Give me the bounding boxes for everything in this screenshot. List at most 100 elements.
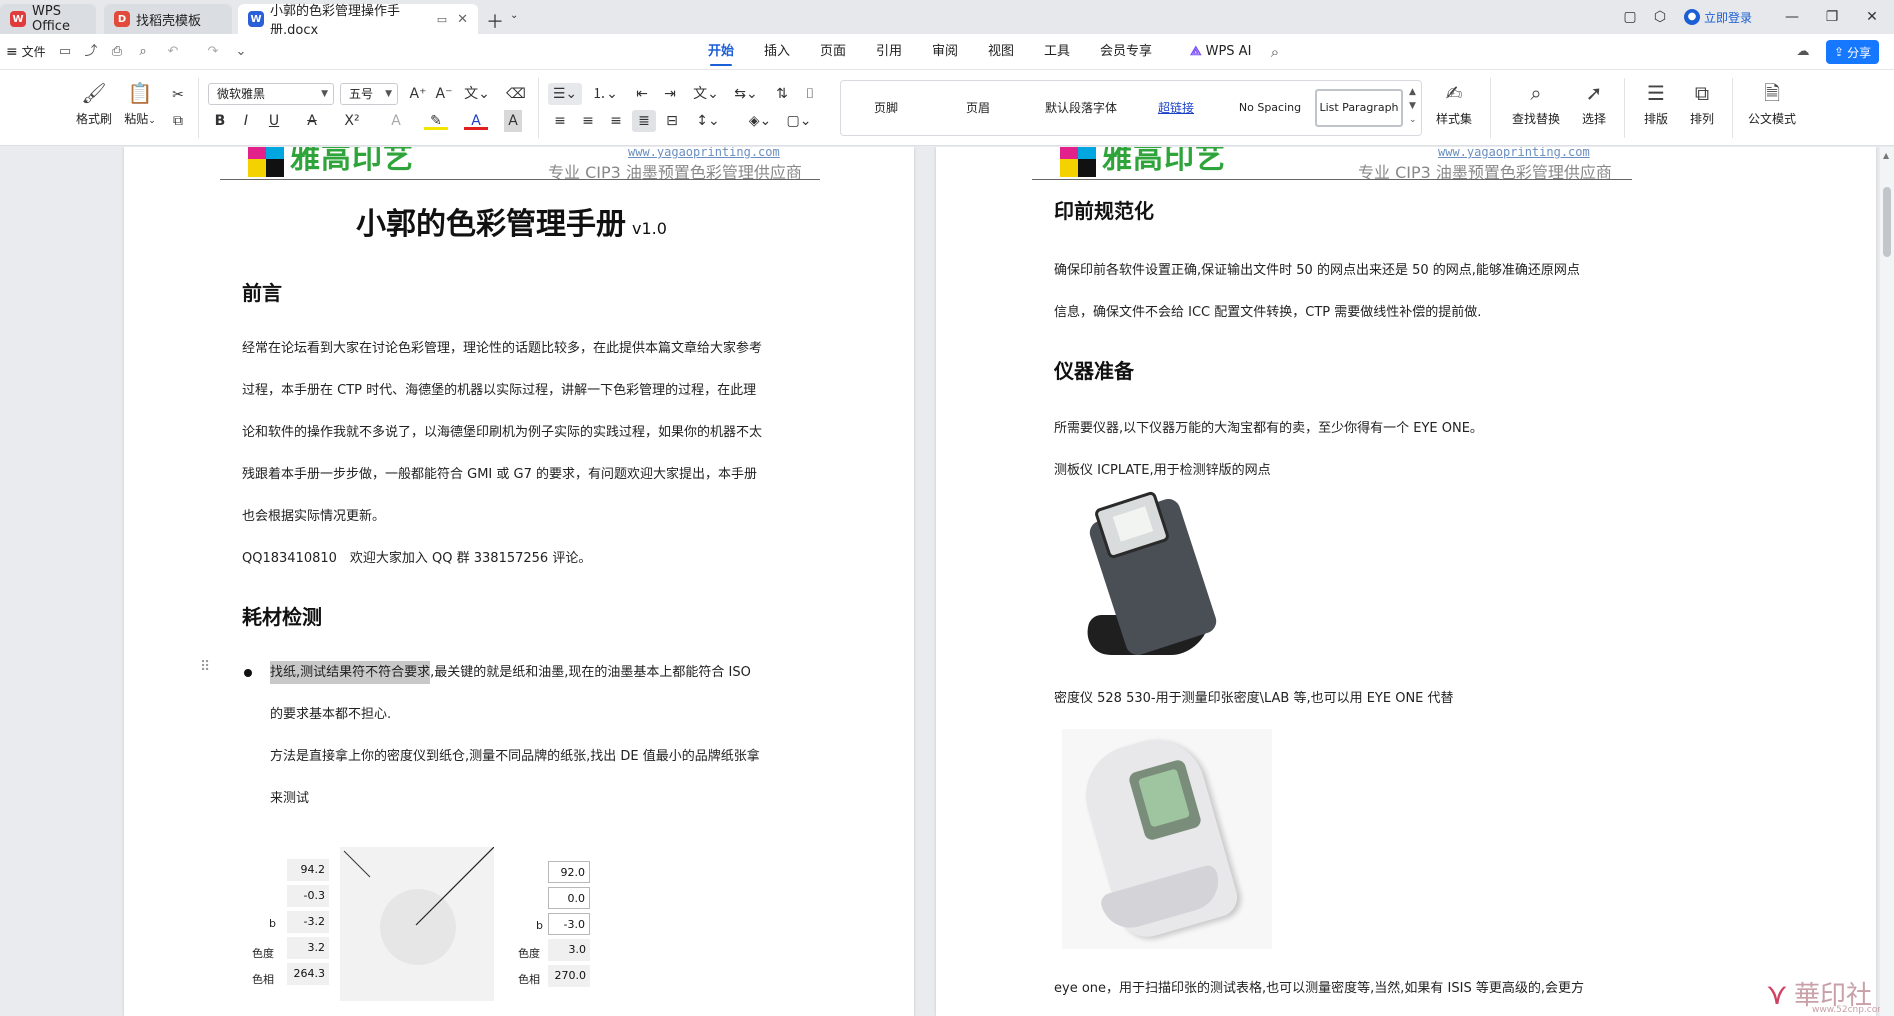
header-rule — [1032, 179, 1632, 180]
copy-icon[interactable]: ⧉ — [166, 110, 190, 132]
superscript-icon[interactable]: X² — [340, 110, 364, 132]
minimize-icon[interactable]: — — [1780, 6, 1804, 28]
menu-member[interactable]: 会员专享 — [1100, 34, 1152, 70]
share-button[interactable]: ⇪ 分享 — [1826, 40, 1880, 64]
align-right-icon[interactable]: ≡ — [604, 110, 628, 132]
underline-icon[interactable]: U — [262, 110, 286, 132]
header-url[interactable]: www.yagaoprinting.com — [1438, 147, 1590, 159]
style-no-spacing[interactable]: No Spacing — [1225, 89, 1315, 127]
redo-icon[interactable]: ↷ — [204, 44, 222, 60]
export-icon[interactable]: ⤴ — [82, 44, 100, 60]
format-painter-button[interactable]: 🖌 格式刷 — [68, 74, 120, 140]
bold-icon[interactable]: B — [208, 110, 232, 132]
align-center-icon[interactable]: ≡ — [576, 110, 600, 132]
numbered-list-icon[interactable]: ⒈⌄ — [590, 83, 620, 105]
highlight-icon[interactable]: ✎ — [424, 110, 448, 130]
justify-icon[interactable]: ≣ — [632, 110, 656, 132]
login-button[interactable]: ● 立即登录 — [1684, 8, 1752, 26]
file-menu[interactable]: ≡ 文件 — [6, 34, 46, 70]
bullet-list-icon[interactable]: ☰⌄ — [548, 83, 582, 105]
show-marks-icon[interactable]: ⌷ — [798, 83, 822, 105]
cube-icon[interactable]: ⬡ — [1648, 6, 1672, 28]
line-spacing-icon[interactable]: ↕⌄ — [692, 110, 724, 132]
style-header[interactable]: 页眉 — [947, 89, 1009, 127]
distributed-icon[interactable]: ⊟ — [660, 110, 684, 132]
restore-icon[interactable]: ❐ — [1820, 6, 1844, 28]
print-icon[interactable]: ⎙ — [108, 44, 126, 60]
document-title: 小郭的色彩管理手册 v1.0 — [356, 199, 667, 243]
quick-access-chevron-icon[interactable]: ⌄ — [232, 44, 250, 60]
style-list-paragraph[interactable]: List Paragraph — [1315, 89, 1403, 127]
new-tab-plus-icon[interactable]: ＋ — [486, 8, 504, 34]
prepress-line: 确保印前各软件设置正确,保证输出文件时 50 的网点出来还是 50 的网点,能够… — [1054, 263, 1580, 278]
text-effect-icon[interactable]: A — [384, 110, 408, 132]
selected-text[interactable]: 找纸,测试结果符不符合要求 — [270, 661, 431, 684]
window-layout-icon[interactable]: ▢ — [1618, 6, 1642, 28]
gallery-scroll-icon[interactable]: ▲ ▼ ⌄ — [1409, 85, 1417, 127]
font-color-icon[interactable]: A — [464, 110, 488, 130]
eye-one-device-image[interactable] — [1062, 728, 1272, 949]
right-value[interactable]: -3.0 — [548, 913, 590, 935]
style-hyperlink[interactable]: 超链接 — [1141, 89, 1211, 127]
char-shading-icon[interactable]: A — [504, 110, 522, 132]
text-direction-icon[interactable]: ⇆⌄ — [730, 83, 762, 105]
style-set-button[interactable]: ✍ 样式集 — [1428, 74, 1480, 140]
find-replace-button[interactable]: ⌕ 查找替换 — [1504, 74, 1568, 140]
vertical-scrollbar[interactable]: ▲ — [1880, 147, 1894, 1016]
icplate-device-image[interactable] — [1070, 490, 1240, 671]
shading-icon[interactable]: ◈⌄ — [744, 110, 776, 132]
italic-icon[interactable]: I — [234, 110, 258, 132]
document-page-1[interactable]: 雅高印艺 www.yagaoprinting.com 专业 CIP3 油墨预置色… — [124, 147, 914, 1016]
clear-format-icon[interactable]: ⌫ — [504, 83, 528, 105]
sort-icon[interactable]: ⇅ — [770, 83, 794, 105]
cut-icon[interactable]: ✂ — [166, 84, 190, 106]
chinese-layout-icon[interactable]: 文⌄ — [690, 83, 722, 105]
scroll-up-icon[interactable]: ▲ — [1883, 151, 1889, 160]
preface-line: 残跟着本手册一步步做，一般都能符合 GMI 或 G7 的要求，有问题欢迎大家提出… — [242, 467, 757, 482]
style-footer[interactable]: 页脚 — [855, 89, 917, 127]
close-tab-icon[interactable]: ✕ — [457, 12, 468, 27]
font-name-select[interactable]: 微软雅黑 ▼ — [208, 83, 334, 105]
border-icon[interactable]: ▢⌄ — [784, 110, 814, 132]
tab-document[interactable]: W 小郭的色彩管理操作手册.docx ▭ ✕ — [238, 4, 478, 38]
wps-ai-button[interactable]: ⟁ WPS AI — [1190, 34, 1251, 70]
save-icon[interactable]: ▭ — [56, 44, 74, 60]
drag-handle-icon[interactable]: ⠿ — [200, 659, 210, 675]
align-left-icon[interactable]: ≡ — [548, 110, 572, 132]
shrink-font-icon[interactable]: A⁻ — [432, 83, 456, 105]
right-value[interactable]: 92.0 — [548, 861, 590, 883]
menu-tools[interactable]: 工具 — [1044, 34, 1070, 70]
right-value[interactable]: 0.0 — [548, 887, 590, 909]
increase-indent-icon[interactable]: ⇥ — [658, 83, 682, 105]
paste-button[interactable]: 📋 粘贴⌄ — [114, 74, 166, 140]
search-icon[interactable]: ⌕ — [1266, 44, 1284, 60]
header-url[interactable]: www.yagaoprinting.com — [628, 147, 780, 159]
undo-icon[interactable]: ↶ — [164, 44, 182, 60]
official-mode-button[interactable]: 🗎 公文模式 — [1740, 74, 1804, 140]
tab-list-chevron-icon[interactable]: ⌄ — [510, 10, 518, 21]
layout-button[interactable]: ☰ 排版 — [1630, 74, 1682, 140]
menu-references[interactable]: 引用 — [876, 34, 902, 70]
document-page-2[interactable]: 雅高印艺 www.yagaoprinting.com 专业 CIP3 油墨预置色… — [936, 147, 1876, 1016]
menu-home[interactable]: 开始 — [708, 34, 734, 70]
tab-docer-templates[interactable]: D 找稻壳模板 — [104, 4, 232, 34]
scroll-thumb[interactable] — [1883, 187, 1891, 257]
arrange-button[interactable]: ⧉ 排列 — [1676, 74, 1728, 140]
right-value: 3.0 — [548, 939, 590, 961]
phonetic-guide-icon[interactable]: 文⌄ — [460, 83, 494, 105]
font-size-select[interactable]: 五号 ▼ — [340, 83, 398, 105]
menu-review[interactable]: 审阅 — [932, 34, 958, 70]
cloud-icon[interactable]: ☁ — [1794, 44, 1812, 60]
select-button[interactable]: ➚ 选择 — [1568, 74, 1620, 140]
menu-insert[interactable]: 插入 — [764, 34, 790, 70]
print-preview-icon[interactable]: ⌕ — [134, 44, 152, 60]
menu-page[interactable]: 页面 — [820, 34, 846, 70]
tab-wps-office[interactable]: W WPS Office — [0, 4, 96, 34]
login-label: 立即登录 — [1704, 10, 1753, 25]
menu-view[interactable]: 视图 — [988, 34, 1014, 70]
decrease-indent-icon[interactable]: ⇤ — [630, 83, 654, 105]
close-window-icon[interactable]: ✕ — [1860, 6, 1884, 28]
strikethrough-icon[interactable]: A — [300, 110, 324, 132]
style-default-paragraph-font[interactable]: 默认段落字体 — [1031, 89, 1131, 127]
grow-font-icon[interactable]: A⁺ — [406, 83, 430, 105]
